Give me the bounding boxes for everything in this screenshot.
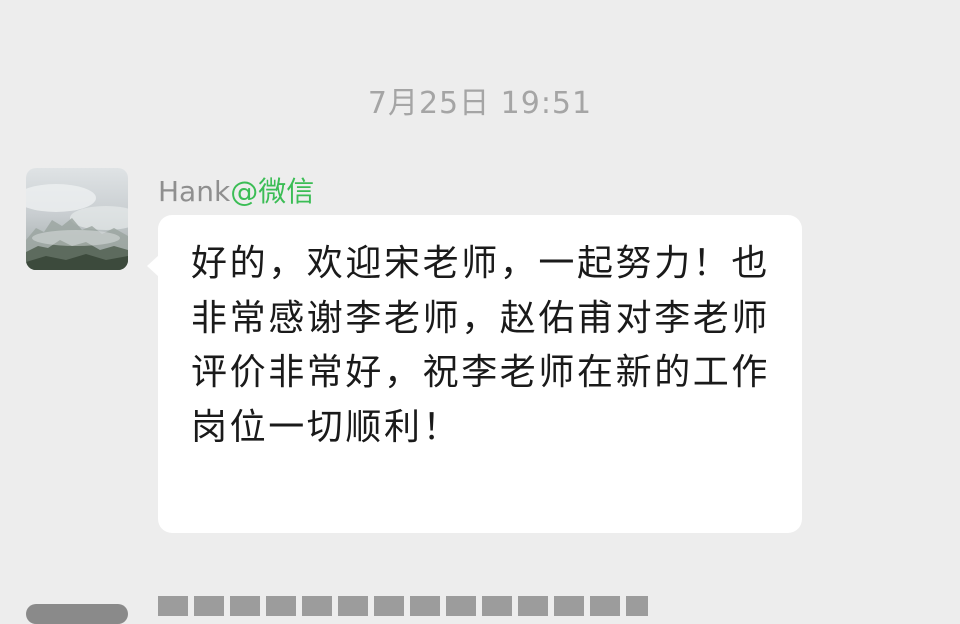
avatar[interactable] bbox=[26, 168, 128, 270]
message-bubble[interactable]: 好的，欢迎宋老师，一起努力！也非常感谢李老师，赵佑甫对李老师评价非常好，祝李老师… bbox=[147, 215, 802, 533]
chat-message: Hank@微信 好的，欢迎宋老师，一起努力！也非常感谢李老师，赵佑甫对李老师评价… bbox=[26, 168, 826, 538]
sender-source-tag: @微信 bbox=[230, 175, 315, 208]
sender-name: Hank bbox=[158, 175, 231, 208]
sender-label: Hank@微信 bbox=[158, 170, 314, 210]
message-text: 好的，欢迎宋老师，一起努力！也非常感谢李老师，赵佑甫对李老师评价非常好，祝李老师… bbox=[191, 243, 771, 448]
next-message-avatar bbox=[26, 604, 128, 624]
misty-mountain-photo-icon bbox=[26, 168, 128, 270]
chat-timestamp: 7月25日 19:51 bbox=[367, 86, 593, 121]
next-message-preview bbox=[158, 596, 648, 616]
bubble-tail bbox=[147, 255, 159, 277]
